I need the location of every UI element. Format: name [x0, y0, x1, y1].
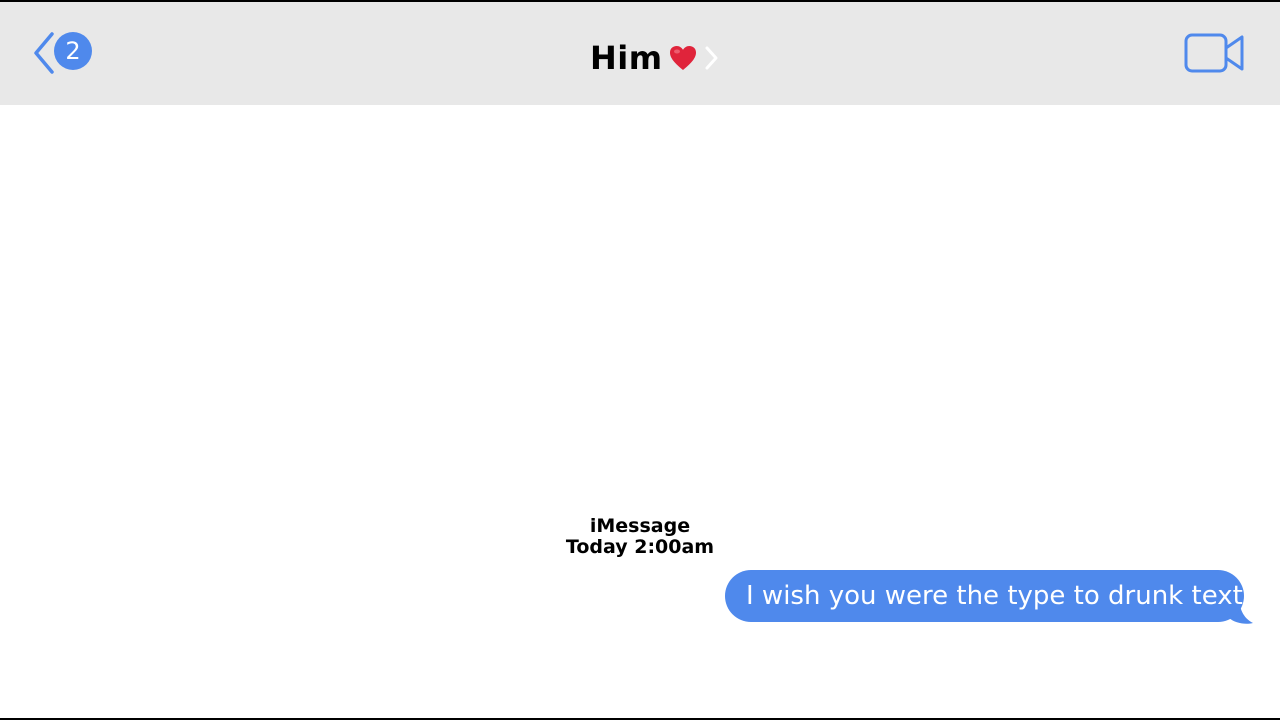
unread-count-badge: 2 — [54, 32, 92, 70]
timestamp-text: Today 2:00am — [565, 536, 715, 558]
heart-icon — [669, 46, 696, 70]
message-timestamp: iMessage Today 2:00am — [540, 516, 740, 558]
video-camera-icon[interactable] — [1184, 32, 1246, 74]
message-bubble-text: I wish you were the type to drunk text — [725, 570, 1244, 622]
contact-title[interactable]: Him — [590, 36, 719, 80]
chevron-right-icon — [705, 46, 718, 70]
navigation-bar: 2 Him — [0, 2, 1280, 105]
outgoing-message[interactable]: I wish you were the type to drunk text — [725, 570, 1255, 626]
messages-screen: 2 Him iMessage Today 2:00am I wish you w… — [0, 0, 1280, 720]
back-button[interactable]: 2 — [32, 30, 96, 76]
contact-name: Him — [590, 39, 663, 77]
service-label: iMessage — [589, 515, 691, 537]
